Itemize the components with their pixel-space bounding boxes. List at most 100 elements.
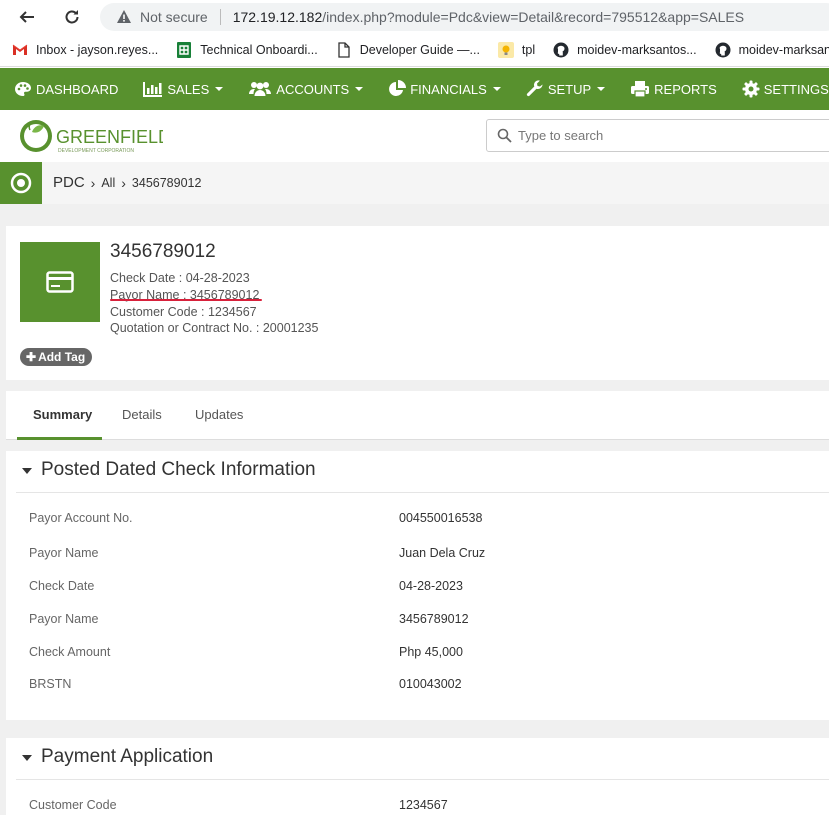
tab-summary[interactable]: Summary: [33, 407, 92, 422]
payment-block-header[interactable]: Payment Application: [22, 746, 213, 768]
field-value[interactable]: 04-28-2023: [399, 579, 463, 593]
nav-label: SETUP: [547, 81, 592, 97]
record-customer-code: Customer Code : 1234567: [110, 305, 257, 319]
users-icon: [248, 81, 272, 97]
field-label: Check Date: [29, 579, 95, 593]
nav-label: SETTINGS: [763, 81, 829, 97]
pdc-info-block: Posted Dated Check Information Payor Acc…: [6, 451, 829, 720]
gear-icon: [742, 80, 760, 98]
nav-label: DASHBOARD: [36, 81, 119, 97]
bar-chart-icon: [143, 81, 163, 97]
collapse-triangle-icon: [22, 468, 32, 474]
nav-financials[interactable]: FINANCIALS: [388, 80, 501, 98]
nav-reports[interactable]: REPORTS: [630, 80, 717, 98]
field-row: BRSTN 010043002: [6, 677, 829, 697]
field-label: BRSTN: [29, 677, 72, 691]
field-value[interactable]: Php 45,000: [399, 645, 463, 659]
logo-wordmark: GREENFIELD: [56, 127, 163, 147]
search-icon: [497, 128, 512, 143]
credit-card-icon: [46, 271, 74, 293]
wrench-icon: [526, 80, 544, 98]
bulb-icon: [497, 41, 514, 58]
bookmark-label: Inbox - jayson.reyes...: [36, 42, 159, 57]
payment-application-block: Payment Application Customer Code 123456…: [6, 738, 829, 815]
breadcrumb-all[interactable]: All: [101, 176, 115, 190]
search-input[interactable]: [518, 128, 798, 143]
app-header: GREENFIELD DEVELOPMENT CORPORATION: [0, 110, 829, 162]
collapse-triangle-icon: [22, 755, 32, 761]
divider: [16, 492, 829, 493]
printer-icon: [630, 80, 650, 98]
field-value[interactable]: 1234567: [399, 798, 448, 812]
divider: [16, 779, 829, 780]
bookmark-github-2[interactable]: moidev-marksantos...: [715, 42, 829, 58]
caret-down-icon: [215, 87, 224, 91]
warning-icon: [117, 10, 131, 23]
field-value[interactable]: 3456789012: [399, 612, 469, 626]
record-check-date: Check Date : 04-28-2023: [110, 271, 250, 285]
bookmark-label: tpl: [521, 42, 536, 57]
nav-sales[interactable]: SALES: [143, 81, 224, 97]
bookmark-gmail[interactable]: Inbox - jayson.reyes...: [12, 42, 158, 58]
caret-down-icon: [355, 87, 364, 91]
annotation-underline: [110, 299, 262, 301]
back-button[interactable]: [14, 4, 40, 30]
field-row: Check Amount Php 45,000: [6, 645, 829, 665]
field-label: Payor Name: [29, 612, 99, 626]
record-title: 3456789012: [110, 241, 216, 262]
nav-dashboard[interactable]: DASHBOARD: [14, 81, 118, 97]
breadcrumb: PDC › All › 3456789012: [53, 174, 201, 191]
github-icon: [553, 42, 569, 58]
field-value[interactable]: Juan Dela Cruz: [399, 546, 485, 560]
sheets-icon: [176, 41, 192, 58]
gmail-icon: [12, 42, 28, 58]
bookmarks-bar: Inbox - jayson.reyes... Technical Onboar…: [0, 33, 829, 67]
add-tag-button[interactable]: ✚ Add Tag: [20, 348, 93, 366]
bookmark-developer-guide[interactable]: Developer Guide —...: [336, 41, 480, 58]
nav-settings[interactable]: SETTINGS: [742, 80, 829, 98]
breadcrumb-record: 3456789012: [131, 175, 202, 190]
chevron-right-icon: ›: [90, 174, 96, 191]
page-icon: [336, 41, 352, 58]
record-header-card: 3456789012 Check Date : 04-28-2023 Payor…: [6, 226, 829, 380]
global-search[interactable]: [486, 119, 829, 152]
field-value[interactable]: 004550016538: [399, 511, 482, 525]
nav-label: REPORTS: [654, 81, 717, 97]
address-bar[interactable]: Not secure 172.19.12.182/index.php?modul…: [100, 3, 829, 31]
nav-setup[interactable]: SETUP: [526, 80, 606, 98]
breadcrumb-bar: PDC › All › 3456789012: [0, 162, 829, 204]
pdc-block-header[interactable]: Posted Dated Check Information: [22, 459, 316, 481]
github-icon: [715, 42, 731, 58]
module-icon[interactable]: [0, 162, 42, 204]
chevron-right-icon: ›: [121, 174, 126, 191]
url-host: 172.19.12.182: [232, 9, 323, 25]
field-label: Customer Code: [29, 798, 117, 812]
field-value[interactable]: 010043002: [399, 677, 462, 691]
field-row: Check Date 04-28-2023: [6, 579, 829, 599]
record-icon: [20, 242, 100, 322]
record-tabs: Summary Details Updates: [6, 391, 829, 440]
breadcrumb-module[interactable]: PDC: [53, 174, 85, 191]
greenfield-logo[interactable]: GREENFIELD DEVELOPMENT CORPORATION: [18, 116, 171, 158]
not-secure-label: Not secure: [140, 9, 208, 25]
field-row: Payor Account No. 004550016538: [6, 511, 829, 531]
field-label: Payor Name: [29, 546, 99, 560]
bookmark-label: Developer Guide —...: [359, 42, 480, 57]
caret-down-icon: [492, 87, 501, 91]
caret-down-icon: [597, 87, 606, 91]
field-row: Customer Code 1234567: [6, 798, 829, 815]
nav-accounts[interactable]: ACCOUNTS: [248, 81, 364, 97]
bookmark-github-1[interactable]: moidev-marksantos...: [553, 42, 697, 58]
active-tab-indicator: [17, 437, 102, 440]
pdc-block-title: Posted Dated Check Information: [41, 459, 316, 480]
back-arrow-icon: [19, 11, 34, 23]
tab-updates[interactable]: Updates: [195, 407, 243, 422]
tab-details[interactable]: Details: [122, 407, 162, 422]
logo-subtitle: DEVELOPMENT CORPORATION: [58, 148, 134, 154]
bookmark-label: Technical Onboardi...: [200, 42, 318, 57]
reload-button[interactable]: [59, 4, 85, 30]
main-nav: DASHBOARD SALES ACCOUNTS FINANCIALS SETU…: [0, 68, 829, 110]
bookmark-tpl[interactable]: tpl: [497, 41, 536, 58]
add-tag-label: Add Tag: [38, 350, 86, 364]
bookmark-technical-onboarding[interactable]: Technical Onboardi...: [176, 41, 318, 58]
